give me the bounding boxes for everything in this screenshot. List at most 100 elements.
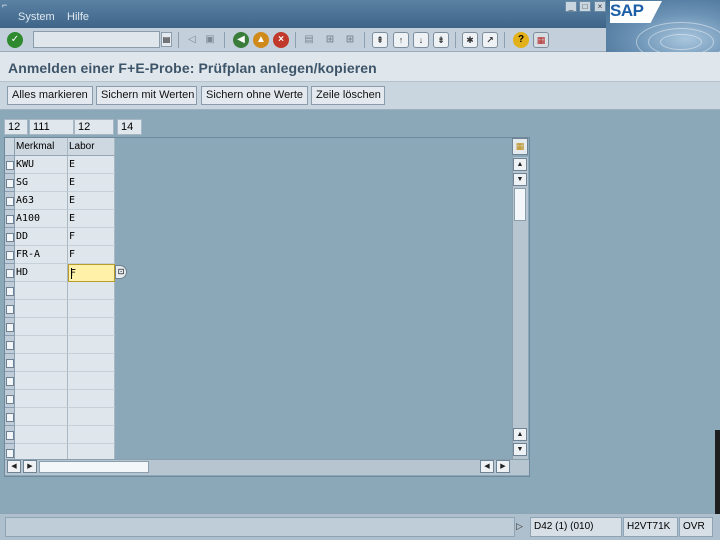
first-page-icon[interactable]: ⇞: [372, 32, 388, 48]
next-page-icon[interactable]: ↓: [413, 32, 429, 48]
row-selector[interactable]: [5, 264, 15, 282]
merkmal-cell[interactable]: [15, 336, 68, 354]
row-checkbox[interactable]: [6, 287, 14, 296]
cancel-icon[interactable]: ×: [273, 32, 289, 48]
new-session-icon[interactable]: ✱: [462, 32, 478, 48]
row-checkbox[interactable]: [6, 377, 14, 386]
page-left-icon[interactable]: ◀: [480, 460, 494, 473]
merkmal-cell[interactable]: [15, 426, 68, 444]
row-selector[interactable]: [5, 174, 15, 192]
labor-cell[interactable]: E: [68, 192, 115, 210]
row-checkbox[interactable]: [6, 251, 14, 260]
labor-cell[interactable]: [68, 426, 115, 444]
menu-hilfe[interactable]: Hilfe: [67, 11, 89, 23]
row-selector[interactable]: [5, 372, 15, 390]
merkmal-cell[interactable]: FR-A: [15, 246, 68, 264]
page-right-icon[interactable]: ▶: [496, 460, 510, 473]
merkmal-cell[interactable]: A63: [15, 192, 68, 210]
row-selector[interactable]: [5, 192, 15, 210]
row-selector[interactable]: [5, 318, 15, 336]
exit-icon[interactable]: ▲: [253, 32, 269, 48]
merkmal-cell[interactable]: HD: [15, 264, 68, 282]
select-all-rows-cell[interactable]: [5, 138, 15, 156]
back-icon[interactable]: ◀: [233, 32, 249, 48]
row-checkbox[interactable]: [6, 161, 14, 170]
labor-cell[interactable]: [68, 282, 115, 300]
labor-cell[interactable]: [68, 300, 115, 318]
row-checkbox[interactable]: [6, 197, 14, 206]
labor-cell[interactable]: [68, 318, 115, 336]
row-selector[interactable]: [5, 426, 15, 444]
labor-cell[interactable]: F: [68, 228, 115, 246]
row-selector[interactable]: [5, 156, 15, 174]
row-checkbox[interactable]: [6, 233, 14, 242]
merkmal-cell[interactable]: A100: [15, 210, 68, 228]
command-field-dropdown-icon[interactable]: ▤: [161, 32, 172, 47]
merkmal-cell[interactable]: [15, 354, 68, 372]
row-checkbox[interactable]: [6, 395, 14, 404]
command-field[interactable]: [33, 31, 160, 48]
labor-cell[interactable]: F: [68, 246, 115, 264]
labor-cell[interactable]: E: [68, 156, 115, 174]
page-up-icon[interactable]: ▲: [513, 428, 527, 441]
find-icon[interactable]: ⊞: [322, 32, 338, 48]
labor-cell[interactable]: [68, 336, 115, 354]
row-checkbox[interactable]: [6, 359, 14, 368]
find-next-icon[interactable]: ⊞: [342, 32, 358, 48]
maximize-icon[interactable]: □: [579, 1, 591, 12]
save-icon[interactable]: ▣: [202, 32, 218, 48]
column-header-merkmal[interactable]: Merkmal: [15, 138, 68, 156]
merkmal-cell[interactable]: SG: [15, 174, 68, 192]
labor-cell[interactable]: [68, 354, 115, 372]
row-checkbox[interactable]: [6, 269, 14, 278]
vertical-scroll-thumb[interactable]: [514, 188, 526, 221]
merkmal-cell[interactable]: DD: [15, 228, 68, 246]
merkmal-cell[interactable]: [15, 318, 68, 336]
minimize-icon[interactable]: _: [565, 1, 577, 12]
insert-mode[interactable]: OVR: [679, 517, 713, 537]
row-checkbox[interactable]: [6, 305, 14, 314]
merkmal-cell[interactable]: KWU: [15, 156, 68, 174]
row-checkbox[interactable]: [6, 215, 14, 224]
page-down-icon[interactable]: ▼: [513, 443, 527, 456]
row-checkbox[interactable]: [6, 413, 14, 422]
labor-cell[interactable]: E: [68, 210, 115, 228]
merkmal-cell[interactable]: [15, 408, 68, 426]
labor-cell[interactable]: [68, 390, 115, 408]
row-selector[interactable]: [5, 300, 15, 318]
close-icon[interactable]: ×: [594, 1, 606, 12]
scroll-up-icon[interactable]: ▲: [513, 158, 527, 171]
row-selector[interactable]: [5, 210, 15, 228]
scroll-right-icon[interactable]: ▶: [23, 460, 37, 473]
shortcut-icon[interactable]: ↗: [482, 32, 498, 48]
merkmal-cell[interactable]: [15, 300, 68, 318]
row-selector[interactable]: [5, 336, 15, 354]
layout-menu-icon[interactable]: ▦: [533, 32, 549, 48]
labor-cell[interactable]: [68, 408, 115, 426]
column-configuration-icon[interactable]: ▦: [512, 138, 528, 155]
merkmal-cell[interactable]: [15, 372, 68, 390]
menu-system[interactable]: System: [18, 11, 55, 23]
scroll-left-icon[interactable]: ◀: [7, 460, 21, 473]
ok-icon[interactable]: ✓: [7, 32, 23, 48]
delete-row-button[interactable]: Zeile löschen: [311, 86, 385, 105]
help-icon[interactable]: ?: [513, 32, 529, 48]
row-checkbox[interactable]: [6, 449, 14, 458]
previous-icon[interactable]: ◁: [184, 32, 200, 48]
last-page-icon[interactable]: ⇟: [433, 32, 449, 48]
row-selector[interactable]: [5, 408, 15, 426]
row-selector[interactable]: [5, 228, 15, 246]
row-selector[interactable]: [5, 282, 15, 300]
status-expand-icon[interactable]: ▷: [516, 521, 523, 532]
labor-cell[interactable]: [68, 372, 115, 390]
row-checkbox[interactable]: [6, 179, 14, 188]
row-selector[interactable]: [5, 390, 15, 408]
row-selector[interactable]: [5, 354, 15, 372]
save-without-values-button[interactable]: Sichern ohne Werte: [201, 86, 308, 105]
row-checkbox[interactable]: [6, 341, 14, 350]
row-checkbox[interactable]: [6, 323, 14, 332]
horizontal-scroll-thumb[interactable]: [39, 461, 149, 473]
select-all-button[interactable]: Alles markieren: [7, 86, 93, 105]
previous-page-icon[interactable]: ↑: [393, 32, 409, 48]
window-menu-icon[interactable]: ⌐: [2, 1, 14, 10]
